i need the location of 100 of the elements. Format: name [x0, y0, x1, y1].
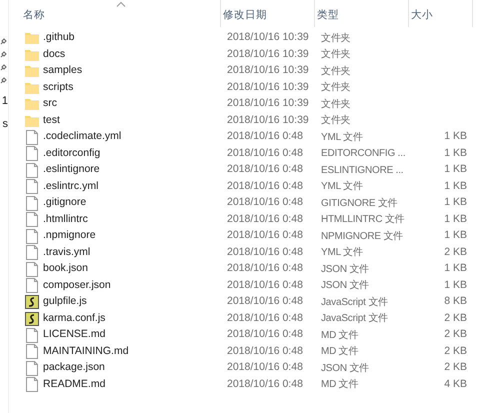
- file-row[interactable]: scripts 2018/10/16 10:39 文件夹: [21, 80, 500, 96]
- file-row[interactable]: .editorconfig 2018/10/16 0:48 EDITORCONFIG ... 1 KB: [21, 146, 500, 162]
- file-size: 4 KB: [444, 376, 467, 392]
- column-header[interactable]: 修改日期: [221, 0, 315, 27]
- file-row[interactable]: .eslintrc.yml 2018/10/16 0:48 YML 文件 1 KB: [21, 178, 500, 195]
- file-row[interactable]: package.json 2018/10/16 0:48 JSON 文件 2 KB: [21, 360, 500, 376]
- modified-date: 2018/10/16 0:48: [226, 360, 304, 376]
- file-icon: [26, 328, 38, 343]
- file-row[interactable]: .github 2018/10/16 10:39 文件夹: [21, 30, 500, 46]
- file-row[interactable]: .codeclimate.yml 2018/10/16 0:48 YML 文件 1 KB: [21, 129, 500, 146]
- file-row[interactable]: test 2018/10/16 10:39 文件夹: [21, 112, 500, 129]
- file-type: ESLINTIGNORE ...: [321, 164, 404, 178]
- file-name: composer.json: [43, 278, 111, 293]
- pin-icon[interactable]: [0, 38, 7, 45]
- file-name: scripts: [43, 80, 74, 95]
- modified-date: 2018/10/16 10:39: [226, 96, 310, 112]
- modified-date: 2018/10/16 0:48: [226, 278, 304, 293]
- modified-date: 2018/10/16 0:48: [226, 162, 304, 178]
- modified-date: 2018/10/16 0:48: [226, 212, 304, 227]
- file-row[interactable]: LICENSE.md 2018/10/16 0:48 MD 文件 2 KB: [21, 327, 500, 344]
- file-name: .codeclimate.yml: [43, 129, 122, 144]
- modified-date: 2018/10/16 0:48: [226, 178, 304, 194]
- modified-date: 2018/10/16 0:48: [226, 327, 304, 342]
- file-size: 8 KB: [444, 294, 467, 310]
- file-row[interactable]: MAINTAINING.md 2018/10/16 0:48 MD 文件 2 KB: [21, 344, 500, 360]
- column-header[interactable]: 名称: [21, 0, 221, 27]
- file-icon: [26, 278, 38, 294]
- file-size: 1 KB: [444, 278, 467, 293]
- file-row[interactable]: book.json 2018/10/16 0:48 JSON 文件 1 KB: [21, 261, 500, 278]
- file-type: EDITORCONFIG ...: [321, 147, 406, 162]
- file-row[interactable]: src 2018/10/16 10:39 文件夹: [21, 96, 500, 112]
- file-size: 2 KB: [444, 244, 467, 260]
- column-header[interactable]: 类型: [315, 0, 409, 27]
- file-row[interactable]: .eslintignore 2018/10/16 0:48 ESLINTIGNORE ... 1 KB: [21, 162, 500, 178]
- file-size: 1 KB: [444, 129, 467, 144]
- script-file-icon: [25, 312, 39, 326]
- modified-date: 2018/10/16 10:39: [226, 80, 310, 95]
- file-icon: [26, 146, 38, 162]
- file-name: MAINTAINING.md: [43, 344, 129, 359]
- script-file-icon: [25, 295, 39, 310]
- folder-icon: [25, 82, 39, 94]
- file-size: 1 KB: [444, 212, 467, 227]
- file-name: .eslintrc.yml: [43, 178, 98, 194]
- file-type: YML 文件: [321, 180, 363, 194]
- file-type: HTMLLINTRC 文件: [321, 212, 405, 228]
- modified-date: 2018/10/16 0:48: [226, 146, 304, 161]
- file-name: docs: [43, 46, 66, 62]
- file-row[interactable]: README.md 2018/10/16 0:48 MD 文件 4 KB: [21, 376, 500, 393]
- file-type: JavaScript 文件: [321, 312, 388, 326]
- file-icon: [26, 179, 38, 194]
- file-type: 文件夹: [321, 98, 350, 112]
- file-icon: [26, 130, 38, 145]
- file-type: NPMIGNORE 文件: [321, 230, 404, 244]
- file-row[interactable]: .travis.yml 2018/10/16 0:48 YML 文件 2 KB: [21, 244, 500, 261]
- file-type: JavaScript 文件: [321, 296, 388, 310]
- folder-icon: [25, 114, 39, 127]
- pin-icon[interactable]: [0, 77, 7, 84]
- sidebar-item[interactable]: s: [2, 118, 8, 130]
- modified-date: 2018/10/16 0:48: [226, 195, 304, 210]
- modified-date: 2018/10/16 0:48: [226, 244, 304, 260]
- sort-caret-icon: [116, 2, 125, 7]
- pin-icon[interactable]: [0, 51, 7, 58]
- file-size: 2 KB: [444, 344, 467, 359]
- modified-date: 2018/10/16 0:48: [226, 129, 304, 144]
- file-type: JSON 文件: [321, 262, 370, 277]
- folder-icon: [25, 65, 39, 78]
- modified-date: 2018/10/16 10:39: [226, 30, 310, 46]
- file-type: 文件夹: [321, 114, 350, 128]
- file-row[interactable]: karma.conf.js 2018/10/16 0:48 JavaScript 文件 2 KB: [21, 310, 500, 327]
- modified-date: 2018/10/16 0:48: [226, 376, 304, 392]
- pin-icon[interactable]: [0, 64, 7, 71]
- file-size: 1 KB: [444, 146, 467, 161]
- file-size: 1 KB: [444, 195, 467, 210]
- file-type: JSON 文件: [321, 362, 370, 376]
- file-row[interactable]: .gitignore 2018/10/16 0:48 GITIGNORE 文件 1 KB: [21, 195, 500, 212]
- file-name: .editorconfig: [43, 146, 100, 161]
- file-icon: [26, 344, 38, 360]
- modified-date: 2018/10/16 0:48: [226, 344, 304, 359]
- file-row[interactable]: .npmignore 2018/10/16 0:48 NPMIGNORE 文件 1 KB: [21, 228, 500, 244]
- file-icon: [26, 162, 38, 178]
- column-header[interactable]: 大小: [409, 0, 473, 27]
- file-row[interactable]: samples 2018/10/16 10:39 文件夹: [21, 63, 500, 80]
- file-type: YML 文件: [321, 130, 363, 145]
- file-size: 1 KB: [444, 261, 467, 276]
- sidebar-item[interactable]: 1: [2, 95, 8, 107]
- file-name: samples: [43, 63, 82, 78]
- file-row[interactable]: docs 2018/10/16 10:39 文件夹: [21, 46, 500, 63]
- file-icon: [26, 212, 38, 228]
- folder-icon: [25, 98, 39, 110]
- file-name: book.json: [43, 261, 88, 276]
- modified-date: 2018/10/16 0:48: [226, 228, 304, 244]
- file-name: LICENSE.md: [43, 327, 106, 342]
- file-icon: [26, 262, 38, 277]
- file-row[interactable]: gulpfile.js 2018/10/16 0:48 JavaScript 文件 8 KB: [21, 294, 500, 310]
- file-size: 1 KB: [444, 162, 467, 178]
- file-type: 文件夹: [321, 48, 350, 62]
- file-size: 1 KB: [444, 228, 467, 244]
- file-icon: [26, 377, 38, 392]
- file-row[interactable]: .htmllintrc 2018/10/16 0:48 HTMLLINTRC 文件 1 KB: [21, 212, 500, 228]
- file-row[interactable]: composer.json 2018/10/16 0:48 JSON 文件 1 KB: [21, 278, 500, 294]
